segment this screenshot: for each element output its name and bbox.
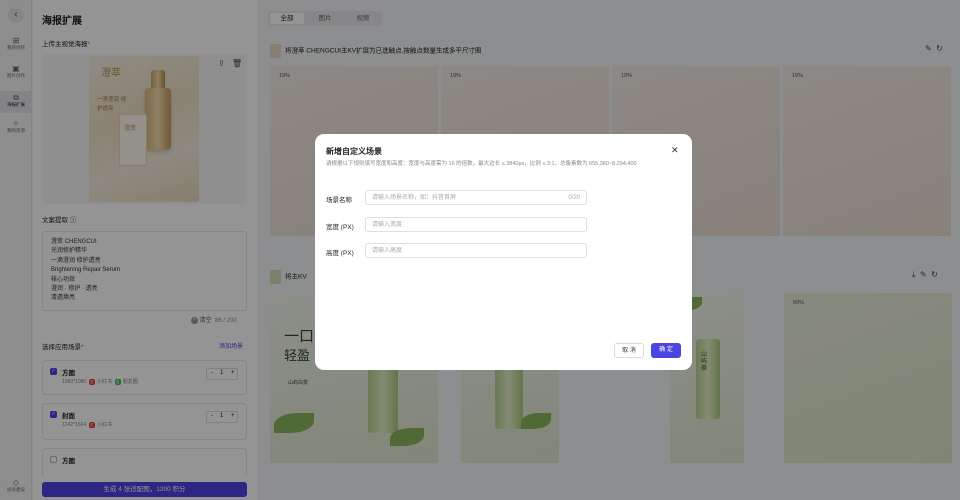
confirm-button[interactable]: 确 定: [651, 343, 681, 358]
width-input[interactable]: 请输入宽度: [365, 217, 587, 232]
scene-name-input[interactable]: 请输入场景名称，如：抖音首屏 0/20: [365, 190, 587, 205]
dialog-description: 请根据以下规则填写宽度和高度：宽度与高度需为 16 的倍数，最大边长 ≤ 384…: [326, 161, 637, 167]
height-label: 高度 (PX): [326, 250, 354, 257]
close-icon[interactable]: ✕: [671, 145, 679, 156]
cancel-button[interactable]: 取 消: [614, 343, 644, 358]
custom-scene-dialog: 新增自定义场景 ✕ 请根据以下规则填写宽度和高度：宽度与高度需为 16 的倍数，…: [315, 134, 692, 370]
width-label: 宽度 (PX): [326, 224, 354, 231]
scene-name-label: 场景名称: [326, 197, 352, 204]
height-input[interactable]: 请输入高度: [365, 243, 587, 258]
dialog-title: 新增自定义场景: [326, 147, 382, 156]
